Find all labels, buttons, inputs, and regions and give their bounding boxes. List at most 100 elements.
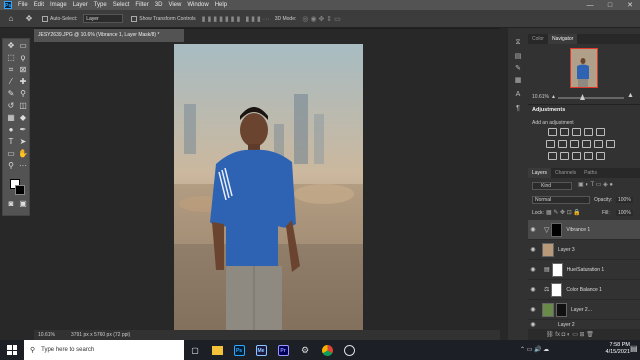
chrome-taskbar-icon[interactable]: [316, 340, 338, 360]
exposure-icon[interactable]: [584, 128, 593, 136]
system-tray-icons[interactable]: ⌃ ▭ 🔊 ☁: [520, 346, 549, 353]
navigator-thumbnail[interactable]: [570, 48, 598, 88]
marquee-tool-icon[interactable]: ⬚: [5, 53, 17, 63]
visibility-eye-icon[interactable]: ◉: [528, 226, 538, 233]
minimize-button[interactable]: —: [580, 2, 600, 9]
eraser-tool-icon[interactable]: ◫: [17, 101, 29, 111]
zoom-in-icon[interactable]: ▲: [627, 92, 634, 99]
brush-tool-icon[interactable]: ✎: [5, 89, 17, 99]
layer-filter-dropdown[interactable]: Kind: [532, 182, 572, 190]
hand-tool-icon[interactable]: ✋: [17, 149, 29, 159]
media-encoder-taskbar-icon[interactable]: Me: [250, 340, 272, 360]
threshold-icon[interactable]: [572, 152, 581, 160]
auto-select-dropdown[interactable]: Layer: [83, 14, 124, 23]
layer-name[interactable]: Color Balance 1: [566, 287, 602, 293]
adjustments-title[interactable]: Adjustments: [532, 107, 565, 113]
menu-3d[interactable]: 3D: [155, 2, 163, 8]
visibility-eye-icon[interactable]: ◉: [528, 246, 538, 253]
layer-name[interactable]: Vibrance 1: [566, 227, 590, 233]
eyedropper-tool-icon[interactable]: ⁄: [5, 77, 17, 87]
app-taskbar-icon[interactable]: [338, 340, 360, 360]
menu-file[interactable]: File: [18, 2, 28, 8]
shape-tool-icon[interactable]: ▭: [5, 149, 17, 159]
navigator-zoom[interactable]: 10.61%: [532, 94, 549, 100]
zoom-tool-icon[interactable]: ⚲: [5, 161, 17, 171]
layer-name[interactable]: Layer 2...: [571, 307, 592, 313]
layer-row-layer2-copy[interactable]: ◉ Layer 2...: [528, 300, 640, 320]
hue-saturation-icon[interactable]: [546, 140, 555, 148]
screen-mode-icon[interactable]: ▣: [17, 199, 29, 209]
tab-layers[interactable]: Layers: [528, 168, 552, 178]
menu-help[interactable]: Help: [215, 2, 227, 8]
path-select-icon[interactable]: ➤: [17, 137, 29, 147]
vibrance-icon[interactable]: [596, 128, 605, 136]
show-transform-checkbox[interactable]: [131, 15, 138, 22]
fill-input[interactable]: 100%: [616, 210, 633, 216]
notification-icon[interactable]: ▤: [630, 344, 638, 353]
premiere-taskbar-icon[interactable]: Pr: [272, 340, 294, 360]
maximize-button[interactable]: □: [600, 2, 620, 9]
pen-tool-icon[interactable]: ✒: [17, 125, 29, 135]
home-icon[interactable]: ⌂: [6, 14, 16, 24]
menu-image[interactable]: Image: [50, 2, 67, 8]
file-explorer-icon[interactable]: [206, 340, 228, 360]
auto-select-checkbox[interactable]: [42, 15, 48, 22]
layer-name[interactable]: Layer 2: [558, 322, 575, 328]
lock-icons[interactable]: ▦ ✎ ✥ ⊡ 🔒: [546, 209, 581, 216]
taskbar-clock[interactable]: 7:58 PM 4/15/2021: [606, 342, 630, 356]
curves-icon[interactable]: [572, 128, 581, 136]
zoom-readout[interactable]: 10.61%: [34, 332, 67, 338]
close-button[interactable]: ✕: [620, 1, 640, 9]
task-view-icon[interactable]: ▢: [184, 340, 206, 360]
frame-tool-icon[interactable]: ⊠: [17, 65, 29, 75]
layer-mask-thumbnail[interactable]: [551, 222, 563, 237]
dodge-tool-icon[interactable]: ●: [5, 125, 17, 135]
visibility-eye-icon[interactable]: ◉: [528, 286, 538, 293]
lasso-tool-icon[interactable]: ϙ: [17, 53, 29, 63]
opacity-input[interactable]: 100%: [616, 197, 633, 203]
navigator-zoom-slider[interactable]: [558, 97, 624, 99]
menu-layer[interactable]: Layer: [73, 2, 88, 8]
menu-select[interactable]: Select: [113, 2, 130, 8]
selective-color-icon[interactable]: [584, 152, 593, 160]
tab-navigator[interactable]: Navigator: [547, 34, 578, 44]
gradient-map-icon[interactable]: [596, 152, 605, 160]
photoshop-taskbar-icon[interactable]: Ps: [228, 340, 250, 360]
artboard-tool-icon[interactable]: ▭: [17, 41, 29, 51]
layer-name[interactable]: Layer 3: [558, 247, 575, 253]
color-lookup-icon[interactable]: [606, 140, 615, 148]
move-tool-icon[interactable]: ✥: [5, 41, 17, 51]
channel-mixer-icon[interactable]: [594, 140, 603, 148]
gradient-tool-icon[interactable]: ▦: [5, 113, 17, 123]
properties-icon[interactable]: ▤: [513, 52, 523, 62]
layer-name[interactable]: Hue/Saturation 1: [567, 267, 605, 273]
blend-mode-dropdown[interactable]: Normal: [532, 196, 590, 204]
tab-color[interactable]: Color: [528, 34, 548, 44]
crop-tool-icon[interactable]: ⌗: [5, 65, 17, 75]
distribute-icons[interactable]: ▮ ▮ ▮ ···: [245, 15, 269, 23]
levels-icon[interactable]: [560, 128, 569, 136]
color-balance-icon[interactable]: [558, 140, 567, 148]
brightness-icon[interactable]: [548, 128, 557, 136]
menu-view[interactable]: View: [168, 2, 181, 8]
layer-row-layer2[interactable]: ◉ Layer 2: [528, 320, 640, 330]
black-white-icon[interactable]: [570, 140, 579, 148]
menu-type[interactable]: Type: [94, 2, 107, 8]
character-icon[interactable]: A: [513, 90, 523, 100]
document-tab[interactable]: JESY2639.JPG @ 10.6% (Vibrance 1, Layer …: [34, 28, 184, 42]
align-icons[interactable]: ▮ ▮ ▮ ▮ ▮ ▮ ▮: [202, 15, 241, 23]
healing-tool-icon[interactable]: ✚: [17, 77, 29, 87]
more-tools-icon[interactable]: ···: [17, 161, 29, 171]
visibility-eye-icon[interactable]: ◉: [528, 306, 538, 313]
blur-tool-icon[interactable]: ◆: [17, 113, 29, 123]
posterize-icon[interactable]: [560, 152, 569, 160]
start-button[interactable]: [0, 340, 24, 360]
layer-mask-thumbnail[interactable]: [551, 262, 563, 277]
invert-icon[interactable]: [548, 152, 557, 160]
menu-filter[interactable]: Filter: [135, 2, 148, 8]
tab-paths[interactable]: Paths: [580, 168, 601, 178]
move-tool-icon[interactable]: ✥: [24, 14, 34, 24]
layer-filter-icons[interactable]: ▣ ◐ T ▭ ◈ ●: [578, 181, 613, 188]
layer-row-hue-saturation[interactable]: ◉ ▤ Hue/Saturation 1: [528, 260, 640, 280]
tab-channels[interactable]: Channels: [551, 168, 580, 178]
